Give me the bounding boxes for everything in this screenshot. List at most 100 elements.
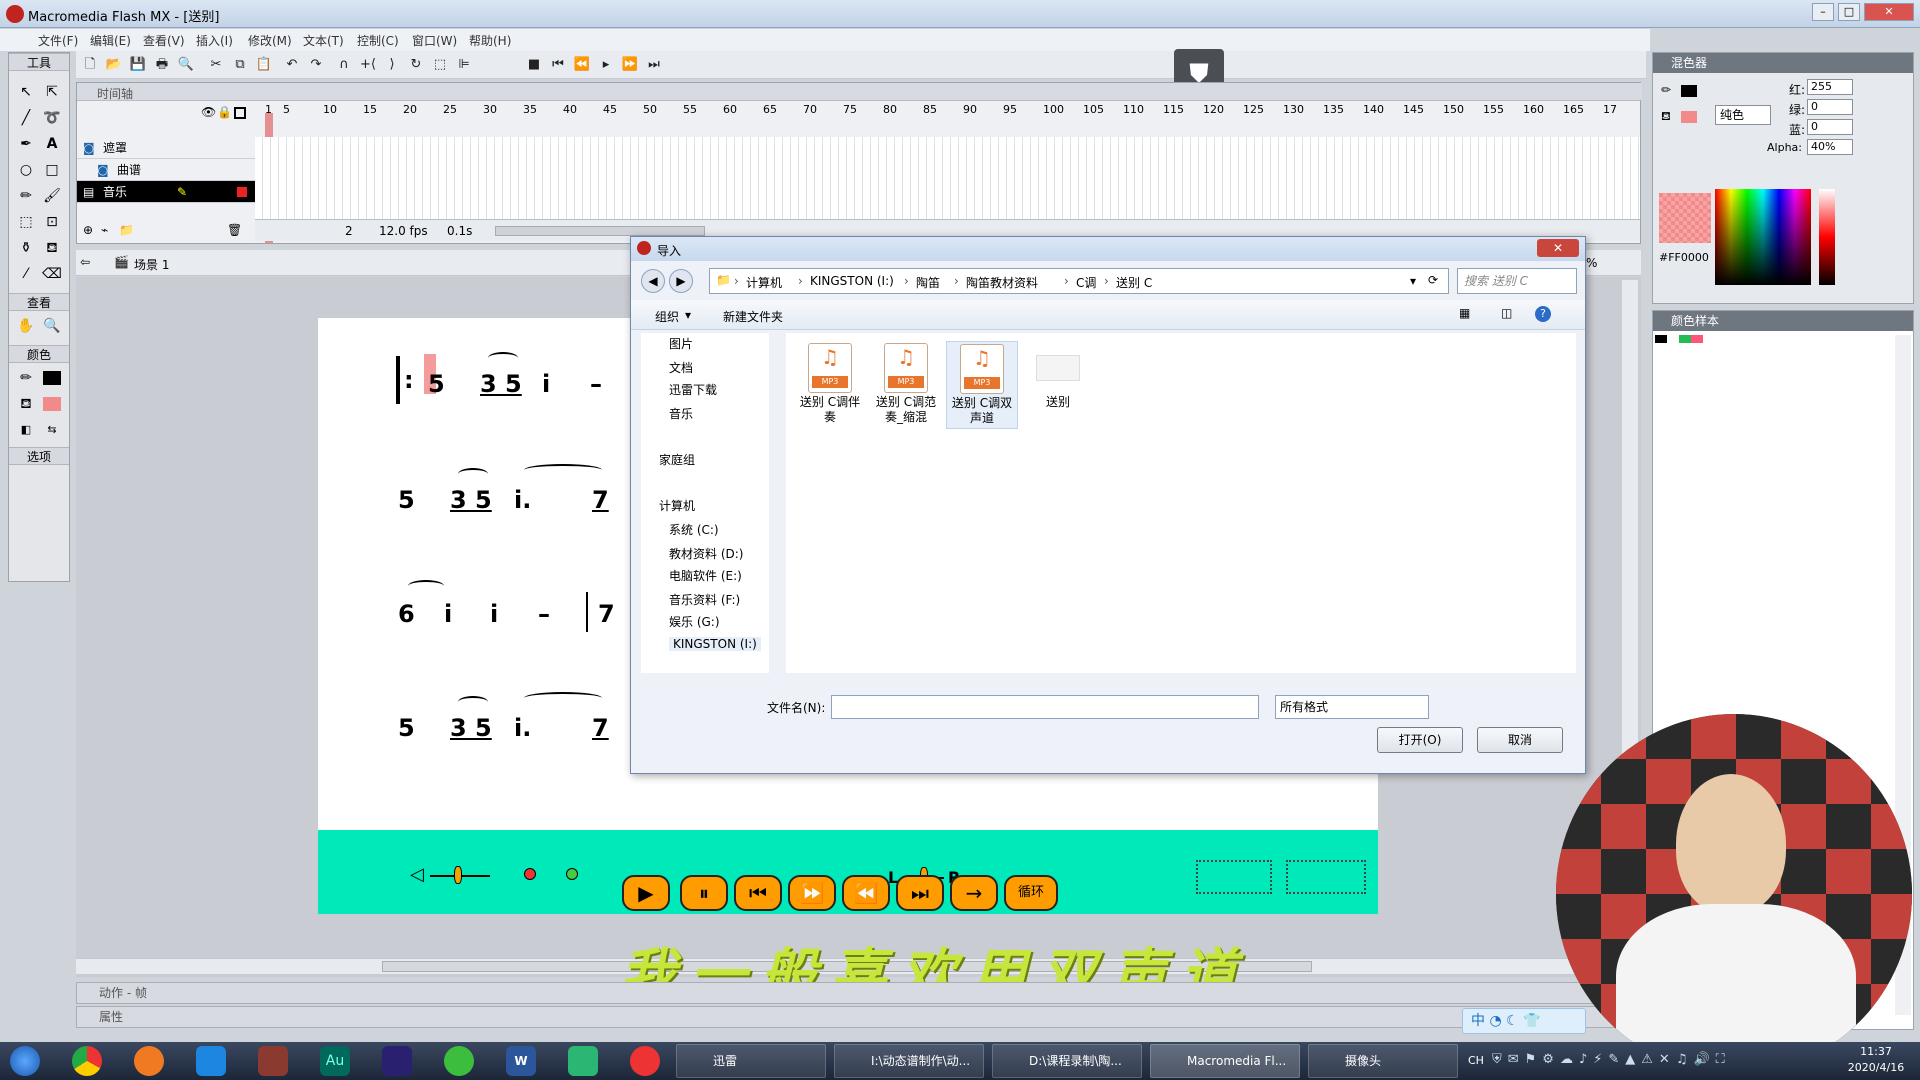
lasso-tool-icon[interactable]: ➰ xyxy=(41,107,63,129)
straighten-icon[interactable]: ⟩ xyxy=(382,55,402,75)
step-back-icon[interactable]: ⏪ xyxy=(572,55,592,75)
chevron-down-icon[interactable]: ▾ xyxy=(685,308,691,322)
system-tray-icons[interactable]: ⛨✉⚑⚙☁♪⚡✎▲⚠✕♫🔊⛶ xyxy=(1492,1052,1822,1072)
filename-input[interactable] xyxy=(831,695,1259,719)
brush-tool-icon[interactable]: 🖌 xyxy=(41,185,63,207)
clock[interactable]: 11:37 2020/4/16 xyxy=(1836,1044,1916,1076)
netease-music-icon[interactable] xyxy=(630,1046,660,1076)
subselect-tool-icon[interactable]: ⇱ xyxy=(41,81,63,103)
preview-pane-icon[interactable]: ◫ xyxy=(1501,306,1512,320)
nav-item-downloads[interactable]: 迅雷下载 xyxy=(669,381,717,398)
eye-icon[interactable]: 👁 xyxy=(201,105,216,119)
menu-modify[interactable]: 修改(M) xyxy=(248,32,292,49)
dialog-close-button[interactable]: ✕ xyxy=(1537,239,1579,257)
rewind-start-icon[interactable]: ⏮ xyxy=(548,55,568,75)
crumb[interactable]: 陶笛教材资料 xyxy=(966,274,1038,291)
address-bar[interactable]: 📁 计算机 KINGSTON (I:) 陶笛 陶笛教材资料 C调 送别 C › … xyxy=(709,268,1449,294)
stroke-color-icon[interactable]: ✏ xyxy=(15,367,37,389)
file-type-select[interactable]: 所有格式 xyxy=(1275,695,1429,719)
print-preview-icon[interactable]: 🔍 xyxy=(176,55,196,75)
network-app-icon[interactable] xyxy=(196,1046,226,1076)
paste-icon[interactable]: 📋 xyxy=(254,55,274,75)
nav-item-drive-f[interactable]: 音乐资料 (F:) xyxy=(669,591,740,608)
back-arrow-icon[interactable]: ⇦ xyxy=(80,255,90,269)
green-input[interactable]: 0 xyxy=(1807,99,1853,115)
line-tool-icon[interactable]: ╱ xyxy=(15,107,37,129)
swatch-row[interactable] xyxy=(1655,335,1703,343)
menu-window[interactable]: 窗口(W) xyxy=(412,32,457,49)
nav-item-drive-c[interactable]: 系统 (C:) xyxy=(669,521,719,538)
menu-file[interactable]: 文件(F) xyxy=(38,32,78,49)
new-folder-button[interactable]: 新建文件夹 xyxy=(723,308,783,325)
mixer-title[interactable]: 混色器 xyxy=(1653,53,1913,73)
view-options-icon[interactable]: ▦ xyxy=(1459,306,1470,320)
text-tool-icon[interactable]: A xyxy=(41,133,63,155)
help-icon[interactable]: ? xyxy=(1535,306,1551,322)
refresh-icon[interactable]: ⟳ xyxy=(1428,273,1438,287)
audition-icon[interactable]: Au xyxy=(320,1046,350,1076)
next-button[interactable]: ⏭ xyxy=(896,875,944,911)
copy-icon[interactable]: ⧉ xyxy=(230,55,250,75)
menu-edit[interactable]: 编辑(E) xyxy=(90,32,131,49)
step-forward-icon[interactable]: ⏩ xyxy=(620,55,640,75)
outline-icon[interactable] xyxy=(234,107,246,119)
start-button[interactable] xyxy=(10,1046,40,1076)
browser-icon[interactable] xyxy=(134,1046,164,1076)
maximize-button[interactable]: □ xyxy=(1838,3,1860,21)
scene-name[interactable]: 场景 1 xyxy=(134,256,169,273)
fast-forward-button[interactable]: ⏩ xyxy=(788,875,836,911)
hand-tool-icon[interactable]: ✋ xyxy=(15,315,37,337)
language-indicator[interactable]: CH xyxy=(1468,1054,1484,1067)
menu-control[interactable]: 控制(C) xyxy=(357,32,399,49)
hex-value[interactable]: #FF0000 xyxy=(1659,251,1709,264)
open-button[interactable]: 打开(O) xyxy=(1377,727,1463,753)
redo-icon[interactable]: ↷ xyxy=(306,55,326,75)
add-guide-icon[interactable]: ⌁ xyxy=(101,219,108,241)
organize-menu[interactable]: 组织 xyxy=(655,308,679,325)
alpha-input[interactable]: 40% xyxy=(1807,139,1853,155)
pause-button[interactable]: ⏸ xyxy=(680,875,728,911)
file-item[interactable]: 送别 xyxy=(1022,343,1094,410)
stop-icon[interactable]: ■ xyxy=(524,55,544,75)
fill-transform-icon[interactable]: ⊡ xyxy=(41,211,63,233)
open-file-icon[interactable]: 📂 xyxy=(104,55,124,75)
nav-item-homegroup[interactable]: 家庭组 xyxy=(659,451,695,468)
text-box-a[interactable] xyxy=(1196,860,1272,894)
nav-item-drive-e[interactable]: 电脑软件 (E:) xyxy=(669,567,742,584)
speed-indicator-green[interactable] xyxy=(566,868,578,880)
lock-icon[interactable]: 🔒 xyxy=(217,105,232,119)
play-icon[interactable]: ▸ xyxy=(596,55,616,75)
dialog-search-input[interactable]: 搜索 送别 C xyxy=(1457,268,1577,294)
speed-indicator-red[interactable] xyxy=(524,868,536,880)
align-icon[interactable]: ⊫ xyxy=(454,55,474,75)
player-icon[interactable] xyxy=(382,1046,412,1076)
ink-bottle-icon[interactable]: ⚱ xyxy=(15,237,37,259)
mixer-fill-swatch[interactable] xyxy=(1681,111,1697,123)
game-icon[interactable] xyxy=(258,1046,288,1076)
crumb[interactable]: KINGSTON (I:) xyxy=(810,274,894,288)
save-icon[interactable]: 💾 xyxy=(128,55,148,75)
red-input[interactable]: 255 xyxy=(1807,79,1853,95)
word-icon[interactable]: W xyxy=(506,1046,536,1076)
pen-tool-icon[interactable]: ✒ xyxy=(15,133,37,155)
play-button[interactable]: ▶ xyxy=(622,875,670,911)
file-item-hovered[interactable]: ♫ MP3 送别 C调双声道 xyxy=(946,341,1018,429)
crumb[interactable]: 陶笛 xyxy=(916,274,940,291)
fill-bucket-icon[interactable]: ⛾ xyxy=(1661,109,1671,125)
chrome-icon[interactable] xyxy=(72,1046,102,1076)
minimize-button[interactable]: – xyxy=(1812,3,1834,21)
ime-toolbar[interactable]: 中 ◔ ☾ 👕 xyxy=(1462,1008,1586,1034)
layer-row[interactable]: ◙ 曲谱 xyxy=(77,159,255,181)
volume-slider-thumb[interactable] xyxy=(454,866,462,884)
print-icon[interactable]: 🖶 xyxy=(152,55,172,75)
snap-magnet-icon[interactable]: ∩ xyxy=(334,55,354,75)
media-player-icon[interactable] xyxy=(568,1046,598,1076)
new-file-icon[interactable]: 🗋 xyxy=(80,55,100,75)
fill-type-select[interactable]: 纯色 xyxy=(1715,105,1771,125)
free-transform-icon[interactable]: ⬚ xyxy=(15,211,37,233)
rotate-icon[interactable]: ↻ xyxy=(406,55,426,75)
cancel-button[interactable]: 取消 xyxy=(1477,727,1563,753)
delete-layer-icon[interactable]: 🗑 xyxy=(227,219,242,241)
previous-button[interactable]: ⏮ xyxy=(734,875,782,911)
oval-tool-icon[interactable]: ○ xyxy=(15,159,37,181)
